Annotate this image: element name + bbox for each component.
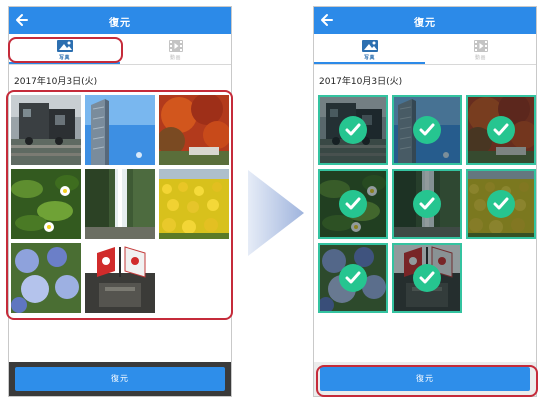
tab-photo-label: 写真: [363, 55, 375, 61]
phone-after: 復元 写真 動画 2017年10月3日(火) 復元: [313, 6, 537, 397]
check-icon: [413, 190, 441, 218]
triangle-arrow-icon: [248, 170, 304, 256]
restore-button[interactable]: 復元: [15, 367, 225, 391]
divider: [9, 64, 231, 65]
check-icon: [339, 116, 367, 144]
check-icon: [487, 190, 515, 218]
highlight-restore-button: [316, 365, 538, 397]
photo-thumbnail-selected[interactable]: [318, 243, 388, 313]
check-icon: [487, 116, 515, 144]
tab-video-label: 動画: [169, 55, 181, 61]
photo-thumbnail-selected[interactable]: [466, 95, 536, 165]
app-bar: 復元: [9, 7, 231, 34]
check-icon: [339, 190, 367, 218]
highlight-photo-grid: [6, 90, 233, 320]
bottom-bar: 復元: [9, 362, 231, 396]
tab-video[interactable]: 動画: [425, 34, 536, 64]
photo-thumbnail-selected[interactable]: [392, 169, 462, 239]
tab-video[interactable]: 動画: [120, 34, 231, 64]
page-title: 復元: [414, 18, 436, 29]
photo-thumbnail-selected[interactable]: [392, 95, 462, 165]
photo-thumbnail-selected[interactable]: [466, 169, 536, 239]
date-header: 2017年10月3日(火): [14, 77, 98, 87]
app-bar: 復元: [314, 7, 536, 34]
tab-video-label: 動画: [474, 55, 486, 61]
check-icon: [413, 116, 441, 144]
date-header: 2017年10月3日(火): [319, 77, 403, 87]
photo-thumbnail-selected[interactable]: [318, 95, 388, 165]
highlight-photo-tab: [8, 37, 123, 63]
divider: [314, 64, 536, 65]
page-title: 復元: [109, 18, 131, 29]
check-icon: [339, 264, 367, 292]
photo-thumbnail-selected[interactable]: [318, 169, 388, 239]
media-tabs: 写真 動画: [314, 34, 536, 65]
photo-thumbnail-selected[interactable]: [392, 243, 462, 313]
tab-photo[interactable]: 写真: [314, 34, 425, 64]
check-icon: [413, 264, 441, 292]
